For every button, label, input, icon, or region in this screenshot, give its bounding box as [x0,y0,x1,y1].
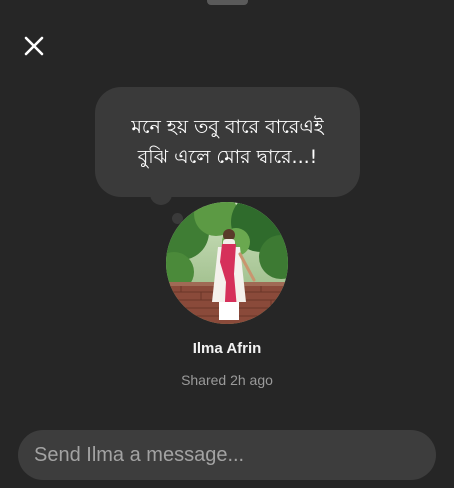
profile-name: Ilma Afrin [192,340,262,357]
close-button[interactable] [20,32,48,60]
drag-handle[interactable] [207,0,248,5]
note-sheet: মনে হয় তবু বারে বারেএই বুঝি এলে মোর দ্ব… [0,0,454,488]
bubble-tail-large [150,192,172,205]
close-icon [24,36,44,56]
shared-timestamp: Shared 2h ago [181,372,273,388]
note-text: মনে হয় তবু বারে বারেএই বুঝি এলে মোর দ্ব… [131,116,324,168]
message-input[interactable] [18,430,436,480]
note-bubble: মনে হয় তবু বারে বারেএই বুঝি এলে মোর দ্ব… [95,87,360,197]
avatar-photo [166,202,288,324]
avatar[interactable] [166,202,288,324]
